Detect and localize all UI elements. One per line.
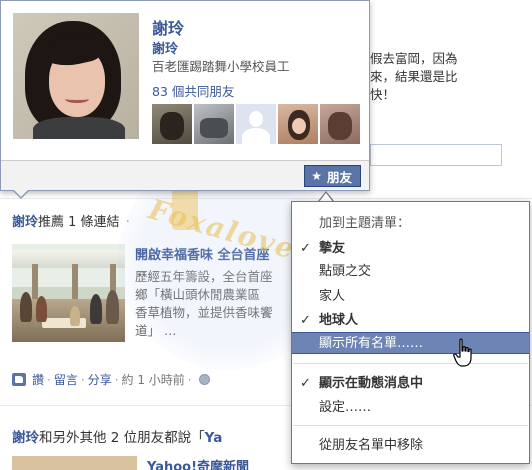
hand-cursor-icon: [453, 338, 472, 367]
profile-photo[interactable]: [13, 13, 139, 139]
menu-item-family[interactable]: 家人: [292, 286, 529, 308]
comment-link[interactable]: 留言: [54, 371, 78, 388]
hovercard-pointer: [12, 189, 30, 199]
share-link[interactable]: 分享: [88, 371, 112, 388]
profile-name-link[interactable]: 謝玲: [152, 15, 184, 39]
menu-separator: [293, 363, 528, 364]
menu-separator: [293, 425, 528, 426]
post-timestamp[interactable]: 約 1 小時前: [122, 371, 185, 388]
story-link-title[interactable]: Yahoo!奇摩新聞: [147, 456, 249, 470]
check-icon: ✓: [300, 241, 311, 256]
check-icon: ✓: [300, 376, 311, 391]
friends-button-label: 朋友: [326, 169, 352, 185]
profile-alt-name[interactable]: 謝玲: [152, 38, 178, 57]
menu-pointer: [318, 191, 334, 202]
story-header: 謝玲和另外其他 2 位朋友都說「Ya: [12, 430, 223, 446]
background-post-text: 假去富岡，因為 來，結果還是比 快！: [370, 51, 458, 102]
post-dot: ·: [125, 215, 130, 230]
story-thumbnail[interactable]: [12, 456, 137, 470]
menu-header: 加到主題清單：: [319, 216, 411, 231]
profile-hovercard: 謝玲 謝玲 百老匯踢踏舞小學校員工 83 個共同朋友 ★ 朋友: [0, 0, 370, 191]
mutual-friend-avatar[interactable]: [152, 104, 192, 144]
menu-item-show-in-feed[interactable]: ✓ 顯示在動態消息中: [292, 373, 529, 395]
mutual-friend-avatar[interactable]: [194, 104, 234, 144]
menu-item-unfriend[interactable]: 從朋友名單中移除: [292, 435, 529, 457]
profile-workplace: 百老匯踢踏舞小學校員工: [152, 59, 290, 74]
friends-button[interactable]: ★ 朋友: [304, 165, 361, 187]
menu-item-earthlings[interactable]: ✓ 地球人: [292, 310, 529, 332]
hovercard-footer: ★ 朋友: [1, 160, 369, 190]
post-author-link[interactable]: 謝玲: [12, 215, 38, 230]
mutual-friends-photos: [152, 104, 360, 144]
link-thumbnail[interactable]: [12, 244, 125, 342]
comment-input[interactable]: [370, 144, 502, 166]
mutual-friends-link[interactable]: 83 個共同朋友: [152, 81, 234, 100]
story-author-link[interactable]: 謝玲: [12, 430, 39, 446]
post-action-bar: 讚 · 留言 · 分享 · 約 1 小時前 ·: [12, 371, 210, 388]
menu-item-close-friends[interactable]: ✓ 摯友: [292, 238, 529, 260]
star-icon: ★: [311, 169, 322, 183]
default-avatar-icon[interactable]: [236, 104, 276, 144]
menu-item-acquaintances[interactable]: 點頭之交: [292, 261, 529, 283]
check-icon: ✓: [300, 313, 311, 328]
feed-divider: [0, 198, 532, 199]
link-description: 歷經五年籌設，全台首座 鄉「橫山頭休閒農業區 香草植物，並提供香味饗 道」 …: [135, 269, 273, 338]
mutual-friend-avatar[interactable]: [278, 104, 318, 144]
like-icon: [12, 373, 26, 386]
globe-icon: [198, 374, 210, 385]
link-title[interactable]: 開啟幸福香味 全台首座: [135, 244, 270, 263]
post-header: 謝玲推薦 1 條連結 ·: [12, 211, 130, 230]
mutual-friend-avatar[interactable]: [320, 104, 360, 144]
menu-item-show-all-lists[interactable]: 顯示所有名單……: [292, 332, 529, 354]
menu-item-settings[interactable]: 設定……: [292, 397, 529, 419]
friends-list-menu: 加到主題清單： ✓ 摯友 點頭之交 家人 ✓ 地球人 顯示所有名單…… ✓ 顯示…: [291, 201, 530, 464]
post-action-text: 推薦 1 條連結: [38, 215, 120, 230]
like-link[interactable]: 讚: [32, 371, 44, 388]
